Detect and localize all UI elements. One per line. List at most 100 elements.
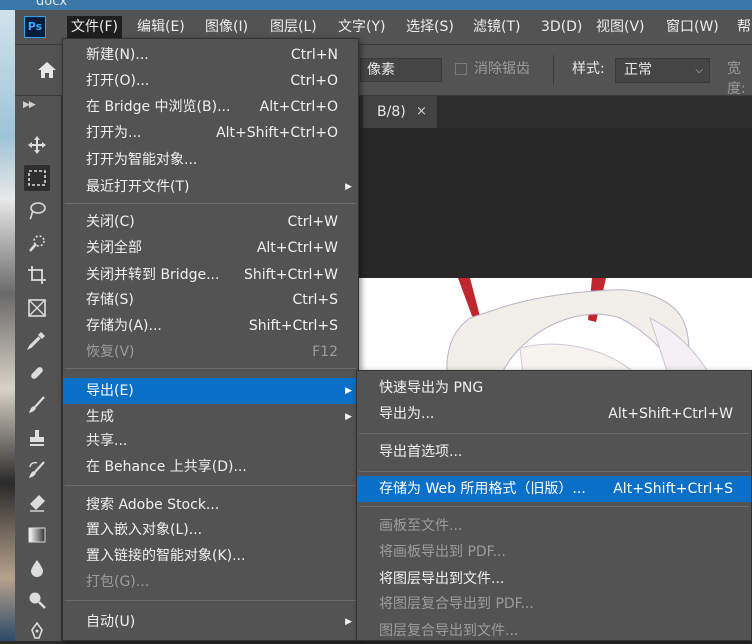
menu-item-package[interactable]: 打包(G)... <box>63 569 358 595</box>
menu-help[interactable]: 帮 <box>733 16 752 38</box>
submenu-item-artboards-to-files[interactable]: 画板至文件... <box>357 513 751 539</box>
menu-item-shortcut: Shift+Ctrl+W <box>243 267 338 283</box>
gradient-tool-icon[interactable] <box>24 522 50 548</box>
submenu-arrow-icon: ▶ <box>345 182 352 192</box>
desktop-doc-label: docx <box>36 0 68 9</box>
menu-item-place-embedded[interactable]: 置入嵌入对象(L)... <box>63 517 358 543</box>
menu-item-share[interactable]: 共享... <box>63 428 358 454</box>
menu-item-search-adobe-stock[interactable]: 搜索 Adobe Stock... <box>63 492 358 518</box>
menu-item-export[interactable]: 导出(E) ▶ <box>63 378 358 404</box>
submenu-item-label: 快速导出为 PNG <box>379 380 484 396</box>
menu-item-label: 导出(E) <box>86 383 134 399</box>
lasso-tool-icon[interactable] <box>24 197 50 223</box>
menu-item-label: 打开为... <box>86 125 142 141</box>
menu-item-label: 关闭(C) <box>86 214 135 230</box>
menu-3d[interactable]: 3D(D) <box>537 16 586 38</box>
desktop-strip: docx <box>0 0 752 10</box>
blur-tool-icon[interactable] <box>24 555 50 581</box>
marquee-tool-icon[interactable] <box>24 165 50 191</box>
submenu-item-shortcut: Alt+Shift+Ctrl+S <box>613 481 733 497</box>
menu-item-shortcut: Shift+Ctrl+S <box>248 318 338 334</box>
panel-grip-icon[interactable]: ▶▶ <box>23 100 36 110</box>
antialias-label: 消除锯齿 <box>474 61 530 77</box>
healing-brush-tool-icon[interactable] <box>24 360 50 386</box>
submenu-item-layer-comps-to-files[interactable]: 图层复合导出到文件... <box>357 618 751 644</box>
quick-selection-tool-icon[interactable] <box>24 230 50 256</box>
style-select[interactable]: 正常 ⌵ <box>615 58 710 83</box>
menu-item-close-all[interactable]: 关闭全部 Alt+Ctrl+W <box>63 235 358 261</box>
tools-panel: ▶▶ <box>15 96 62 641</box>
menu-item-browse-bridge[interactable]: 在 Bridge 中浏览(B)... Alt+Ctrl+O <box>63 94 358 120</box>
clone-stamp-tool-icon[interactable] <box>24 425 50 451</box>
submenu-item-layer-comps-to-pdf[interactable]: 将图层复合导出到 PDF... <box>357 591 751 617</box>
menu-item-open[interactable]: 打开(O)... Ctrl+O <box>63 68 358 94</box>
menu-filter[interactable]: 滤镜(T) <box>469 16 524 38</box>
dodge-tool-icon[interactable] <box>24 587 50 613</box>
submenu-item-quick-export-png[interactable]: 快速导出为 PNG <box>357 375 751 401</box>
home-icon[interactable] <box>37 61 57 79</box>
document-tab[interactable]: B/8) × <box>363 96 437 128</box>
crop-tool-icon[interactable] <box>24 262 50 288</box>
menu-image[interactable]: 图像(I) <box>201 16 252 38</box>
menu-separator <box>359 506 749 507</box>
menu-item-shortcut: Ctrl+N <box>290 47 338 63</box>
menu-item-open-as[interactable]: 打开为... Alt+Shift+Ctrl+O <box>63 120 358 146</box>
menu-item-revert[interactable]: 恢复(V) F12 <box>63 339 358 365</box>
frame-tool-icon[interactable] <box>24 295 50 321</box>
menu-item-label: 置入链接的智能对象(K)... <box>86 548 246 564</box>
menu-item-share-behance[interactable]: 在 Behance 上共享(D)... <box>63 454 358 480</box>
move-tool-icon[interactable] <box>24 132 50 158</box>
eyedropper-tool-icon[interactable] <box>24 327 50 353</box>
menu-separator <box>65 368 356 369</box>
submenu-arrow-icon: ▶ <box>345 412 352 422</box>
menu-item-shortcut: Ctrl+O <box>290 73 338 89</box>
submenu-item-label: 导出首选项... <box>379 444 463 460</box>
photoshop-logo-icon: Ps <box>24 16 46 38</box>
menu-item-save-as[interactable]: 存储为(A)... Shift+Ctrl+S <box>63 313 358 339</box>
close-icon[interactable]: × <box>416 96 427 128</box>
desktop-left-edge <box>0 10 15 641</box>
submenu-item-save-for-web[interactable]: 存储为 Web 所用格式（旧版）... Alt+Shift+Ctrl+S <box>357 476 751 502</box>
submenu-item-export-as[interactable]: 导出为... Alt+Shift+Ctrl+W <box>357 401 751 427</box>
menu-item-shortcut: Alt+Ctrl+O <box>259 99 338 115</box>
antialias-checkbox[interactable] <box>455 63 467 75</box>
menu-item-close[interactable]: 关闭(C) Ctrl+W <box>63 209 358 235</box>
menu-layer[interactable]: 图层(L) <box>266 16 321 38</box>
menu-view[interactable]: 视图(V) <box>592 16 649 38</box>
menu-item-label: 存储(S) <box>86 292 134 308</box>
menu-separator <box>359 433 749 434</box>
menu-item-shortcut: Ctrl+S <box>292 292 338 308</box>
menu-edit[interactable]: 编辑(E) <box>133 16 189 38</box>
options-divider <box>553 55 554 85</box>
menu-item-shortcut: F12 <box>312 344 338 360</box>
menu-item-place-linked[interactable]: 置入链接的智能对象(K)... <box>63 543 358 569</box>
submenu-item-export-preferences[interactable]: 导出首选项... <box>357 439 751 465</box>
file-menu: 新建(N)... Ctrl+N 打开(O)... Ctrl+O 在 Bridge 中… <box>62 38 359 641</box>
document-tab-label: B/8) <box>377 104 406 120</box>
menu-window[interactable]: 窗口(W) <box>662 16 723 38</box>
menu-select[interactable]: 选择(S) <box>402 16 458 38</box>
menu-item-new[interactable]: 新建(N)... Ctrl+N <box>63 42 358 68</box>
unit-field[interactable]: 像素 <box>360 58 442 82</box>
menu-separator <box>65 485 356 486</box>
submenu-item-label: 将图层导出到文件... <box>379 571 505 587</box>
brush-tool-icon[interactable] <box>24 392 50 418</box>
submenu-arrow-icon: ▶ <box>345 617 352 627</box>
menu-item-label: 搜索 Adobe Stock... <box>86 497 220 513</box>
history-brush-tool-icon[interactable] <box>24 457 50 483</box>
menu-item-save[interactable]: 存储(S) Ctrl+S <box>63 287 358 313</box>
menu-item-close-go-bridge[interactable]: 关闭并转到 Bridge... Shift+Ctrl+W <box>63 262 358 288</box>
menu-item-open-smart-object[interactable]: 打开为智能对象... <box>63 147 358 173</box>
menu-item-label: 置入嵌入对象(L)... <box>86 522 203 538</box>
submenu-item-layers-to-files[interactable]: 将图层导出到文件... <box>357 566 751 592</box>
menu-type[interactable]: 文字(Y) <box>334 16 389 38</box>
submenu-item-label: 导出为... <box>379 406 435 422</box>
menu-item-label: 共享... <box>86 433 128 449</box>
menu-item-automate[interactable]: 自动(U) ▶ <box>63 609 358 635</box>
eraser-tool-icon[interactable] <box>24 490 50 516</box>
menu-item-generate[interactable]: 生成 ▶ <box>63 404 358 430</box>
menu-file[interactable]: 文件(F) <box>67 16 122 38</box>
menu-item-recent-files[interactable]: 最近打开文件(T) ▶ <box>63 174 358 200</box>
pen-tool-icon[interactable] <box>24 618 50 644</box>
submenu-item-artboards-to-pdf[interactable]: 将画板导出到 PDF... <box>357 539 751 565</box>
